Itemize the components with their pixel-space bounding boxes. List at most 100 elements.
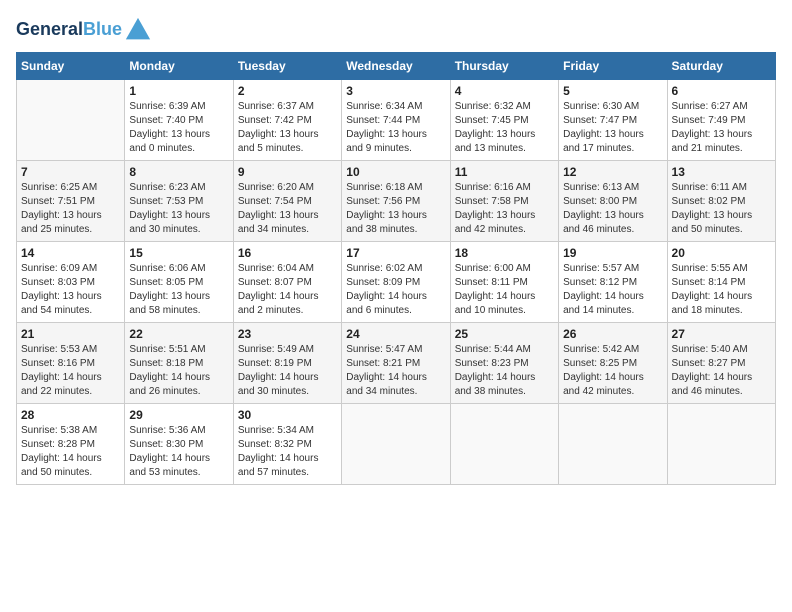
day-info: Sunrise: 6:37 AMSunset: 7:42 PMDaylight:… <box>238 100 337 156</box>
calendar-cell: 25 Sunrise: 5:44 AMSunset: 8:23 PMDayligh… <box>450 323 558 404</box>
calendar-cell: 26 Sunrise: 5:42 AMSunset: 8:25 PMDayligh… <box>559 323 667 404</box>
day-info: Sunrise: 6:02 AMSunset: 8:09 PMDaylight:… <box>346 262 445 318</box>
day-number: 4 <box>455 84 554 98</box>
day-number: 2 <box>238 84 337 98</box>
day-info: Sunrise: 6:23 AMSunset: 7:53 PMDaylight:… <box>129 181 228 237</box>
day-number: 1 <box>129 84 228 98</box>
calendar-cell: 18 Sunrise: 6:00 AMSunset: 8:11 PMDayligh… <box>450 242 558 323</box>
day-info: Sunrise: 5:47 AMSunset: 8:21 PMDaylight:… <box>346 343 445 399</box>
calendar-cell: 2 Sunrise: 6:37 AMSunset: 7:42 PMDaylight… <box>233 80 341 161</box>
day-info: Sunrise: 5:42 AMSunset: 8:25 PMDaylight:… <box>563 343 662 399</box>
day-info: Sunrise: 6:00 AMSunset: 8:11 PMDaylight:… <box>455 262 554 318</box>
calendar-cell <box>450 404 558 485</box>
days-header-row: SundayMondayTuesdayWednesdayThursdayFrid… <box>17 53 776 80</box>
day-number: 15 <box>129 246 228 260</box>
calendar-cell: 30 Sunrise: 5:34 AMSunset: 8:32 PMDayligh… <box>233 404 341 485</box>
calendar-cell: 28Sunrise: 5:38 AMSunset: 8:28 PMDayligh… <box>17 404 125 485</box>
day-info: Sunrise: 6:20 AMSunset: 7:54 PMDaylight:… <box>238 181 337 237</box>
day-number: 6 <box>672 84 771 98</box>
calendar-cell: 1 Sunrise: 6:39 AMSunset: 7:40 PMDaylight… <box>125 80 233 161</box>
day-info: Sunrise: 5:49 AMSunset: 8:19 PMDaylight:… <box>238 343 337 399</box>
day-number: 26 <box>563 327 662 341</box>
calendar-table: SundayMondayTuesdayWednesdayThursdayFrid… <box>16 52 776 485</box>
day-number: 9 <box>238 165 337 179</box>
day-info: Sunrise: 6:32 AMSunset: 7:45 PMDaylight:… <box>455 100 554 156</box>
day-info: Sunrise: 5:40 AMSunset: 8:27 PMDaylight:… <box>672 343 771 399</box>
day-number: 23 <box>238 327 337 341</box>
calendar-cell: 16Sunrise: 6:04 AMSunset: 8:07 PMDayligh… <box>233 242 341 323</box>
day-info: Sunrise: 6:06 AMSunset: 8:05 PMDaylight:… <box>129 262 228 318</box>
day-info: Sunrise: 6:39 AMSunset: 7:40 PMDaylight:… <box>129 100 228 156</box>
logo-text: GeneralBlue <box>16 20 122 40</box>
calendar-cell: 21Sunrise: 5:53 AMSunset: 8:16 PMDayligh… <box>17 323 125 404</box>
calendar-cell: 11 Sunrise: 6:16 AMSunset: 7:58 PMDayligh… <box>450 161 558 242</box>
day-number: 25 <box>455 327 554 341</box>
day-info: Sunrise: 6:16 AMSunset: 7:58 PMDaylight:… <box>455 181 554 237</box>
logo: GeneralBlue <box>16 16 152 44</box>
calendar-cell: 10 Sunrise: 6:18 AMSunset: 7:56 PMDayligh… <box>342 161 450 242</box>
calendar-cell: 17 Sunrise: 6:02 AMSunset: 8:09 PMDayligh… <box>342 242 450 323</box>
calendar-cell: 27 Sunrise: 5:40 AMSunset: 8:27 PMDayligh… <box>667 323 775 404</box>
day-number: 3 <box>346 84 445 98</box>
calendar-cell: 22 Sunrise: 5:51 AMSunset: 8:18 PMDayligh… <box>125 323 233 404</box>
calendar-cell: 8 Sunrise: 6:23 AMSunset: 7:53 PMDaylight… <box>125 161 233 242</box>
day-number: 7 <box>21 165 120 179</box>
day-number: 19 <box>563 246 662 260</box>
day-info: Sunrise: 6:09 AMSunset: 8:03 PMDaylight:… <box>21 262 120 318</box>
day-info: Sunrise: 6:30 AMSunset: 7:47 PMDaylight:… <box>563 100 662 156</box>
day-number: 10 <box>346 165 445 179</box>
day-info: Sunrise: 6:34 AMSunset: 7:44 PMDaylight:… <box>346 100 445 156</box>
day-number: 22 <box>129 327 228 341</box>
calendar-cell: 7 Sunrise: 6:25 AMSunset: 7:51 PMDaylight… <box>17 161 125 242</box>
calendar-cell: 19 Sunrise: 5:57 AMSunset: 8:12 PMDayligh… <box>559 242 667 323</box>
day-header-friday: Friday <box>559 53 667 80</box>
page-header: GeneralBlue <box>16 16 776 44</box>
calendar-cell: 12 Sunrise: 6:13 AMSunset: 8:00 PMDayligh… <box>559 161 667 242</box>
calendar-cell: 14 Sunrise: 6:09 AMSunset: 8:03 PMDayligh… <box>17 242 125 323</box>
day-info: Sunrise: 5:55 AMSunset: 8:14 PMDaylight:… <box>672 262 771 318</box>
day-number: 30 <box>238 408 337 422</box>
calendar-cell: 24 Sunrise: 5:47 AMSunset: 8:21 PMDayligh… <box>342 323 450 404</box>
day-info: Sunrise: 5:34 AMSunset: 8:32 PMDaylight:… <box>238 424 337 480</box>
day-number: 13 <box>672 165 771 179</box>
day-header-tuesday: Tuesday <box>233 53 341 80</box>
logo-icon <box>124 16 152 44</box>
calendar-cell: 15 Sunrise: 6:06 AMSunset: 8:05 PMDayligh… <box>125 242 233 323</box>
calendar-cell: 29Sunrise: 5:36 AMSunset: 8:30 PMDayligh… <box>125 404 233 485</box>
day-info: Sunrise: 5:57 AMSunset: 8:12 PMDaylight:… <box>563 262 662 318</box>
week-row-5: 28Sunrise: 5:38 AMSunset: 8:28 PMDayligh… <box>17 404 776 485</box>
day-number: 17 <box>346 246 445 260</box>
day-number: 18 <box>455 246 554 260</box>
day-info: Sunrise: 6:13 AMSunset: 8:00 PMDaylight:… <box>563 181 662 237</box>
calendar-cell <box>667 404 775 485</box>
day-number: 21 <box>21 327 120 341</box>
day-number: 8 <box>129 165 228 179</box>
calendar-cell: 9 Sunrise: 6:20 AMSunset: 7:54 PMDaylight… <box>233 161 341 242</box>
day-info: Sunrise: 6:25 AMSunset: 7:51 PMDaylight:… <box>21 181 120 237</box>
day-info: Sunrise: 5:44 AMSunset: 8:23 PMDaylight:… <box>455 343 554 399</box>
day-header-monday: Monday <box>125 53 233 80</box>
day-number: 14 <box>21 246 120 260</box>
day-info: Sunrise: 6:27 AMSunset: 7:49 PMDaylight:… <box>672 100 771 156</box>
calendar-cell: 5 Sunrise: 6:30 AMSunset: 7:47 PMDaylight… <box>559 80 667 161</box>
calendar-cell: 6 Sunrise: 6:27 AMSunset: 7:49 PMDaylight… <box>667 80 775 161</box>
calendar-cell: 20 Sunrise: 5:55 AMSunset: 8:14 PMDayligh… <box>667 242 775 323</box>
week-row-4: 21Sunrise: 5:53 AMSunset: 8:16 PMDayligh… <box>17 323 776 404</box>
day-number: 29 <box>129 408 228 422</box>
day-info: Sunrise: 6:18 AMSunset: 7:56 PMDaylight:… <box>346 181 445 237</box>
calendar-cell <box>17 80 125 161</box>
week-row-2: 7 Sunrise: 6:25 AMSunset: 7:51 PMDaylight… <box>17 161 776 242</box>
day-number: 20 <box>672 246 771 260</box>
week-row-1: 1 Sunrise: 6:39 AMSunset: 7:40 PMDaylight… <box>17 80 776 161</box>
day-number: 5 <box>563 84 662 98</box>
week-row-3: 14 Sunrise: 6:09 AMSunset: 8:03 PMDayligh… <box>17 242 776 323</box>
day-header-sunday: Sunday <box>17 53 125 80</box>
day-info: Sunrise: 5:51 AMSunset: 8:18 PMDaylight:… <box>129 343 228 399</box>
day-number: 24 <box>346 327 445 341</box>
day-info: Sunrise: 5:38 AMSunset: 8:28 PMDaylight:… <box>21 424 120 480</box>
day-number: 11 <box>455 165 554 179</box>
day-number: 27 <box>672 327 771 341</box>
calendar-cell: 13Sunrise: 6:11 AMSunset: 8:02 PMDayligh… <box>667 161 775 242</box>
day-number: 16 <box>238 246 337 260</box>
day-number: 12 <box>563 165 662 179</box>
